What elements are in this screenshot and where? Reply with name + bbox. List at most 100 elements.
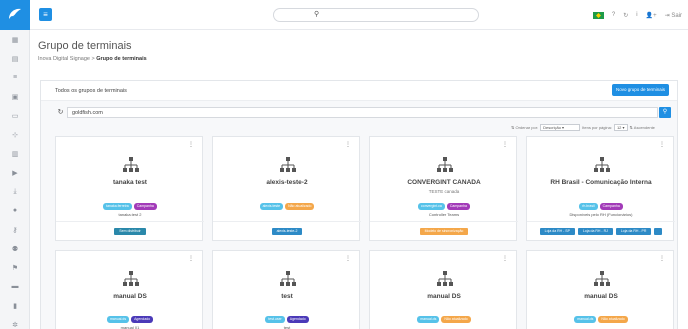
sidebar-item-play[interactable]: ▶ [0,163,30,182]
card-title: alexis-teste-2 [266,179,308,186]
card-title: tanaka test [113,179,147,186]
global-search-input[interactable]: ⚲ [273,8,479,22]
sidebar-item-flag[interactable]: ⚑ [0,258,30,277]
card-title: CONVERGINT CANADA [407,179,481,186]
search-icon: ⚲ [662,109,668,115]
terminal-chip-button[interactable] [654,227,663,235]
card-menu-icon[interactable]: ⋮ [188,141,194,148]
sidebar-item-list[interactable]: ≡ [0,68,30,87]
user-icon: ● [12,207,18,214]
order-select[interactable]: Descrição ▾ [540,124,581,131]
sidebar-item-download[interactable]: ⤓ [0,182,30,201]
sidebar-item-users[interactable]: ⚉ [0,239,30,258]
card-menu-icon[interactable]: ⋮ [345,141,351,148]
refresh-icon[interactable]: ↻ [55,107,66,118]
card-menu-icon[interactable]: ⋮ [659,255,665,262]
card-menu-icon[interactable]: ⋮ [345,255,351,262]
card-badges: manual.ds Agendado [56,316,204,323]
gear-icon: ✲ [12,321,18,329]
sitemap-icon [437,271,453,287]
status-badge: Campanha [599,203,623,210]
user-add-icon[interactable]: 👤+ [646,12,657,19]
sidebar-item-gear[interactable]: ✲ [0,315,30,329]
sidebar-item-grid[interactable]: ▦ [0,30,30,49]
filter-bar: ↻ goldfish.com ⚲ [55,107,671,119]
sidebar-item-calendar[interactable]: ▥ [0,144,30,163]
card-menu-icon[interactable]: ⋮ [659,141,665,148]
hamburger-icon: ≡ [43,10,48,19]
card-description: tanaka.test 2 [118,212,142,217]
terminal-group-card[interactable]: ⋮ manual DS manual.ds Não atualizado [369,250,517,329]
list-icon: ≡ [12,74,18,81]
app-logo[interactable] [0,0,30,30]
media-icon: ▣ [11,93,19,101]
sitemap-icon [280,271,296,287]
breadcrumb: Inova Digital Signage > Grupo de termina… [38,56,147,62]
status-badge: Agendado [131,316,154,323]
terminal-group-card[interactable]: ⋮ tanaka test tanaka.ferreira Campanha tanak… [55,136,204,241]
refresh-icon[interactable]: ↻ [623,12,628,19]
card-title: test [281,293,293,300]
card-footer: Sem distribuir [56,221,204,240]
sidebar-item-key[interactable]: ⚷ [0,220,30,239]
per-page-label: Itens por página: [582,125,612,130]
card-menu-icon[interactable]: ⋮ [502,255,508,262]
card-badges: convergint.ca Campanha [370,203,518,210]
sitemap-icon [594,271,610,287]
terminal-chip-button[interactable]: Loja da RH - SP [539,227,575,235]
terminal-group-card[interactable]: ⋮ RH Brasil - Comunicação Interna rh.brasi… [526,136,675,241]
terminal-chip-button[interactable]: Sem distribuir [114,227,146,235]
per-page-select[interactable]: 12 ▾ [613,124,628,131]
card-footer: Modelo de sincronização [370,221,518,240]
status-badge: Não atualizado [285,203,315,210]
sidebar-item-user[interactable]: ● [0,201,30,220]
sidebar: ▦ ▤ ≡ ▣ ▭ ⊹ ▥ ▶ ⤓ ● ⚷ ⚉ ⚑ ▬ ▮ ✲ [0,0,30,329]
brazil-flag-icon[interactable] [592,11,604,19]
card-badges: manual.ds Não atualizado [370,316,518,323]
terminal-group-card[interactable]: ⋮ manual DS manual.ds Não atualizado [526,250,674,329]
filter-input[interactable]: goldfish.com [67,107,658,118]
terminal-chip-button[interactable]: Loja da RH - PR [615,227,652,235]
card-title: manual DS [427,293,461,300]
breadcrumb-root[interactable]: Inova Digital Signage [38,56,90,62]
status-badge: Não atualizado [441,316,471,323]
top-bar: ≡ ⚲ ? ↻ i 👤+ ⇥ Sair [30,0,688,30]
card-description: manual 01 [120,325,140,329]
logout-label: Sair [671,12,682,19]
terminal-chip-button[interactable]: alexis-teste-2 [271,227,303,235]
filter-search-button[interactable]: ⚲ [659,107,671,118]
terminal-group-card[interactable]: ⋮ CONVERGINT CANADA TESTE canada convergint… [369,136,518,241]
top-right-actions: ? ↻ i 👤+ ⇥ Sair [592,9,688,21]
sidebar-item-media[interactable]: ▣ [0,87,30,106]
terminal-group-card[interactable]: ⋮ test test.user Agendado test [212,250,360,329]
panel-header: Todos os grupos de terminais Novo grupo … [41,81,677,101]
page-title: Grupo de terminais [38,40,132,52]
sidebar-item-table[interactable]: ▤ [0,49,30,68]
terminal-chip-button[interactable]: Modelo de sincronização [419,227,469,235]
sidebar-item-monitor[interactable]: ▭ [0,106,30,125]
info-icon[interactable]: i [636,12,637,18]
card-menu-icon[interactable]: ⋮ [188,255,194,262]
menu-toggle-button[interactable]: ≡ [39,8,52,21]
terminal-group-card[interactable]: ⋮ manual DS manual.ds Agendado manual 01 [55,250,203,329]
grid-icon: ▦ [11,36,19,44]
new-terminal-group-button[interactable]: Novo grupo de terminais [612,84,669,96]
terminal-group-card[interactable]: ⋮ alexis-teste-2 alexis.teste Não atualizad… [212,136,361,241]
sidebar-item-message[interactable]: ▬ [0,277,30,296]
card-footer: alexis-teste-2 [213,221,361,240]
sort-direction-toggle[interactable]: ⇅ Ascendente [630,125,655,130]
trash-icon: ▮ [13,302,17,310]
sidebar-item-network[interactable]: ⊹ [0,125,30,144]
logout-button[interactable]: ⇥ Sair [665,12,682,19]
sidebar-item-trash[interactable]: ▮ [0,296,30,315]
card-menu-icon[interactable]: ⋮ [502,141,508,148]
sitemap-icon [280,157,296,173]
flag-icon: ⚑ [11,264,19,272]
network-icon: ⊹ [12,131,18,139]
help-icon[interactable]: ? [612,12,615,18]
app: ▦ ▤ ≡ ▣ ▭ ⊹ ▥ ▶ ⤓ ● ⚷ ⚉ ⚑ ▬ ▮ ✲ ≡ ⚲ ? ↻ i 👤+ ⇥ Sair Gru… [0,0,688,329]
status-badge: convergint.ca [418,203,445,210]
status-badge: manual.ds [417,316,440,323]
terminal-chip-button[interactable]: Loja da RH - RJ [577,227,613,235]
status-badge: manual.ds [106,316,130,323]
